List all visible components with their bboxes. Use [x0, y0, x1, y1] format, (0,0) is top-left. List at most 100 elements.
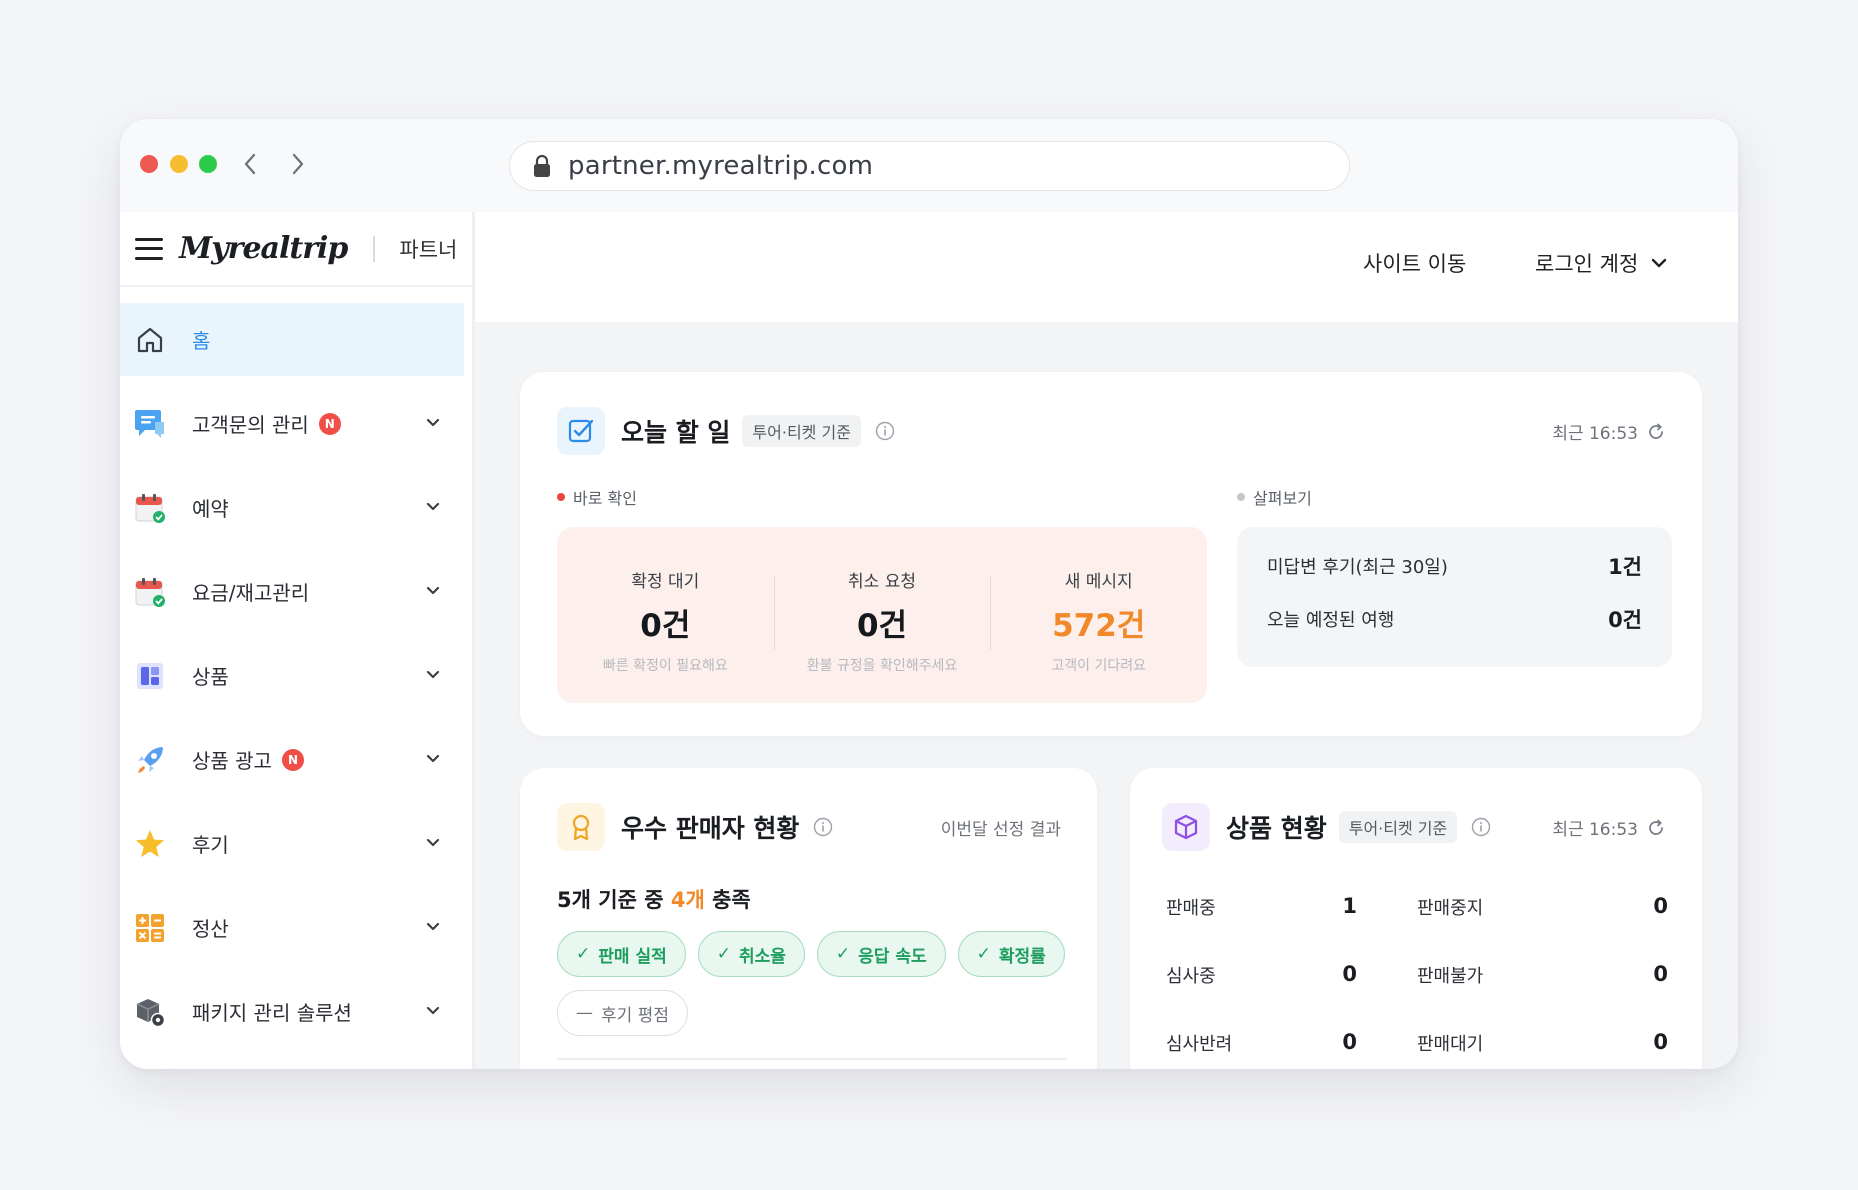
check-icon: ✓	[716, 944, 731, 964]
top-seller-card: 우수 판매자 현황 이번달 선정 결과 5개 기준 중 4개 충족 ✓ 판매 실적…	[520, 768, 1097, 1069]
status-on-sale[interactable]: 판매중 1	[1166, 894, 1417, 962]
chevron-down-icon[interactable]	[424, 834, 442, 852]
divider	[373, 235, 376, 262]
sidebar-item-products[interactable]: 상품	[120, 639, 472, 712]
close-window-button[interactable]	[140, 155, 158, 173]
calendar-check-icon	[132, 490, 168, 526]
info-icon[interactable]	[875, 421, 895, 441]
chevron-down-icon[interactable]	[424, 750, 442, 768]
status-count: 1	[1342, 894, 1357, 918]
chevron-down-icon[interactable]	[424, 666, 442, 684]
criteria-chip-cancel-rate: ✓ 취소율	[697, 931, 805, 977]
sidebar-menu: 홈 고객문의 관리 N 예약 요금/재고관리 상품 상품 광고 N 후기 정산 …	[120, 287, 472, 1048]
product-status-card: 상품 현황 투어·티켓 기준 최근 16:53 판매중 1 판매중지 0 심사중 0 …	[1130, 768, 1702, 1069]
summary-suffix: 충족	[704, 888, 751, 912]
info-icon[interactable]	[1471, 817, 1491, 837]
chevron-left-icon	[244, 153, 256, 175]
criteria-chip-response-speed: ✓ 응답 속도	[816, 931, 946, 977]
checkbox-icon	[557, 407, 605, 455]
maximize-window-button[interactable]	[199, 155, 217, 173]
status-count: 0	[1342, 962, 1357, 986]
chevron-down-icon[interactable]	[424, 918, 442, 936]
cancel-request-stat[interactable]: 취소 요청 0건 환불 규정을 확인해주세요	[773, 527, 991, 703]
calculator-icon	[132, 910, 168, 946]
criteria-chips: ✓ 판매 실적 ✓ 취소율 ✓ 응답 속도 ✓ 확정률 — 후기 평점	[557, 931, 1077, 1036]
stat-value: 0건	[640, 608, 691, 644]
stat-hint: 환불 규정을 확인해주세요	[806, 658, 958, 674]
chevron-down-icon[interactable]	[424, 414, 442, 432]
dash-icon: —	[576, 1003, 593, 1023]
refresh-button[interactable]: 최근 16:53	[1552, 815, 1666, 840]
home-icon	[132, 322, 168, 358]
status-pending-sale[interactable]: 판매대기 0	[1417, 1030, 1668, 1069]
check-icon: ✓	[835, 944, 851, 964]
product-status-grid: 판매중 1 판매중지 0 심사중 0 판매불가 0 심사반려 0 판매대기 0	[1166, 894, 1668, 1069]
address-bar[interactable]: partner.myrealtrip.com	[509, 141, 1350, 191]
chevron-down-icon[interactable]	[424, 1002, 442, 1020]
summary-prefix: 5개 기준 중	[557, 888, 671, 912]
urgent-summary-box: 확정 대기 0건 빠른 확정이 필요해요 취소 요청 0건 환불 규정을 확인해…	[557, 527, 1207, 703]
status-sale-stopped[interactable]: 판매중지 0	[1417, 894, 1668, 962]
status-label: 판매중	[1166, 898, 1216, 919]
chevron-down-icon[interactable]	[424, 498, 442, 516]
divider	[557, 1058, 1067, 1060]
star-icon	[132, 826, 168, 862]
summary-highlight: 4개	[670, 888, 705, 912]
criteria-chip-review-rating: — 후기 평점	[557, 990, 688, 1036]
sidebar-item-home[interactable]: 홈	[120, 303, 464, 376]
url-text: partner.myrealtrip.com	[568, 151, 874, 181]
check-icon: ✓	[576, 944, 591, 964]
status-under-review[interactable]: 심사중 0	[1166, 962, 1417, 1030]
status-row: 심사중 0 판매불가 0	[1166, 962, 1668, 1030]
criteria-chip-sales: ✓ 판매 실적	[557, 931, 686, 977]
stat-hint: 빠른 확정이 필요해요	[602, 658, 728, 674]
forward-button[interactable]	[282, 145, 314, 183]
criteria-chip-confirm-rate: ✓ 확정률	[957, 931, 1065, 977]
site-link[interactable]: 사이트 이동	[1363, 248, 1466, 278]
chip-label: 판매 실적	[598, 946, 667, 967]
urgent-label-text: 바로 확인	[573, 489, 637, 508]
login-account-label: 로그인 계정	[1535, 252, 1639, 276]
refresh-button[interactable]: 최근 16:53	[1552, 419, 1666, 444]
status-count: 0	[1653, 962, 1668, 986]
new-message-stat[interactable]: 새 메시지 572건 고객이 기다려요	[990, 527, 1207, 703]
sidebar-item-reviews[interactable]: 후기	[120, 807, 472, 880]
sidebar: Myrealtrip 파트너 홈 고객문의 관리 N 예약 요금/재고관리 상품…	[120, 212, 475, 1069]
new-badge: N	[281, 748, 304, 771]
todays-trips-row[interactable]: 오늘 예정된 여행 0건	[1267, 606, 1642, 632]
chip-label: 취소율	[738, 946, 786, 967]
status-count: 0	[1653, 894, 1668, 918]
rocket-icon	[132, 742, 168, 778]
calendar-check-icon	[132, 574, 168, 610]
login-account-dropdown[interactable]: 로그인 계정	[1535, 248, 1668, 278]
info-icon[interactable]	[813, 817, 833, 837]
minimize-window-button[interactable]	[170, 155, 188, 173]
chevron-down-icon[interactable]	[424, 582, 442, 600]
hamburger-menu-icon[interactable]	[135, 237, 163, 260]
logo[interactable]: Myrealtrip	[179, 231, 348, 266]
glance-section-label: 살펴보기	[1237, 485, 1312, 509]
new-badge: N	[318, 412, 341, 435]
criteria-summary: 5개 기준 중 4개 충족	[557, 884, 751, 914]
sidebar-item-settlement[interactable]: 정산	[120, 891, 472, 964]
pending-confirmation-stat[interactable]: 확정 대기 0건 빠른 확정이 필요해요	[557, 527, 774, 703]
main-content: 사이트 이동 로그인 계정 오늘 할 일 투어·티켓 기준 최근 16:53 바…	[475, 212, 1738, 1069]
status-review-rejected[interactable]: 심사반려 0	[1166, 1030, 1417, 1069]
back-button[interactable]	[234, 145, 266, 183]
sidebar-item-package-solution[interactable]: 패키지 관리 솔루션	[120, 975, 472, 1048]
sidebar-item-product-ads[interactable]: 상품 광고 N	[120, 723, 472, 796]
card-title: 상품 현황	[1226, 814, 1327, 843]
basis-tag: 투어·티켓 기준	[742, 415, 861, 447]
urgent-section-label: 바로 확인	[557, 485, 637, 509]
unanswered-reviews-row[interactable]: 미답변 후기(최근 30일) 1건	[1267, 553, 1642, 579]
status-not-sellable[interactable]: 판매불가 0	[1417, 962, 1668, 1030]
sidebar-item-label: 홈	[192, 329, 211, 353]
card-title: 우수 판매자 현황	[621, 814, 800, 843]
sidebar-item-label: 요금/재고관리	[192, 581, 310, 605]
today-tasks-card: 오늘 할 일 투어·티켓 기준 최근 16:53 바로 확인 살펴보기 확정 대…	[520, 372, 1702, 736]
stat-label: 새 메시지	[1064, 572, 1133, 592]
sidebar-item-inquiries[interactable]: 고객문의 관리 N	[120, 387, 472, 460]
sidebar-item-pricing-inventory[interactable]: 요금/재고관리	[120, 555, 472, 628]
status-count: 0	[1342, 1030, 1357, 1054]
sidebar-item-reservations[interactable]: 예약	[120, 471, 472, 544]
